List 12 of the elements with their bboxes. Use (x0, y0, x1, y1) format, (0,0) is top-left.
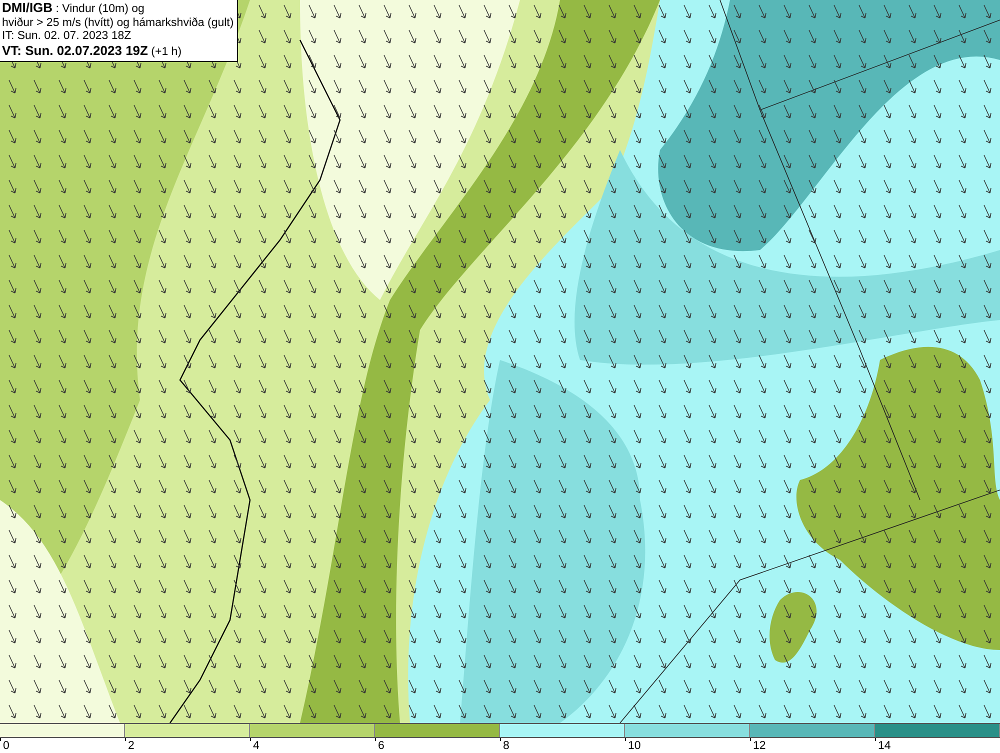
scale-label: 8 (503, 740, 510, 753)
scale-label: 2 (128, 740, 134, 753)
scale-label: 0 (3, 740, 10, 753)
caption-line: IT: Sun. 02. 07. 2023 18Z (2, 30, 132, 44)
scale-label: 6 (378, 740, 384, 753)
scale-label: 10 (628, 740, 641, 753)
scale-label: 4 (253, 740, 260, 753)
caption-line: DMI/IGB : Vindur (10m) og (2, 1, 146, 16)
caption-line: VT: Sun. 02.07.2023 19Z (+1 h) (2, 44, 183, 59)
scale-label: 14 (878, 740, 891, 753)
caption-line: hviður > 25 m/s (hvítt) og hámarkshviða (gult) (2, 16, 234, 30)
scale-label: 12 (753, 740, 766, 753)
